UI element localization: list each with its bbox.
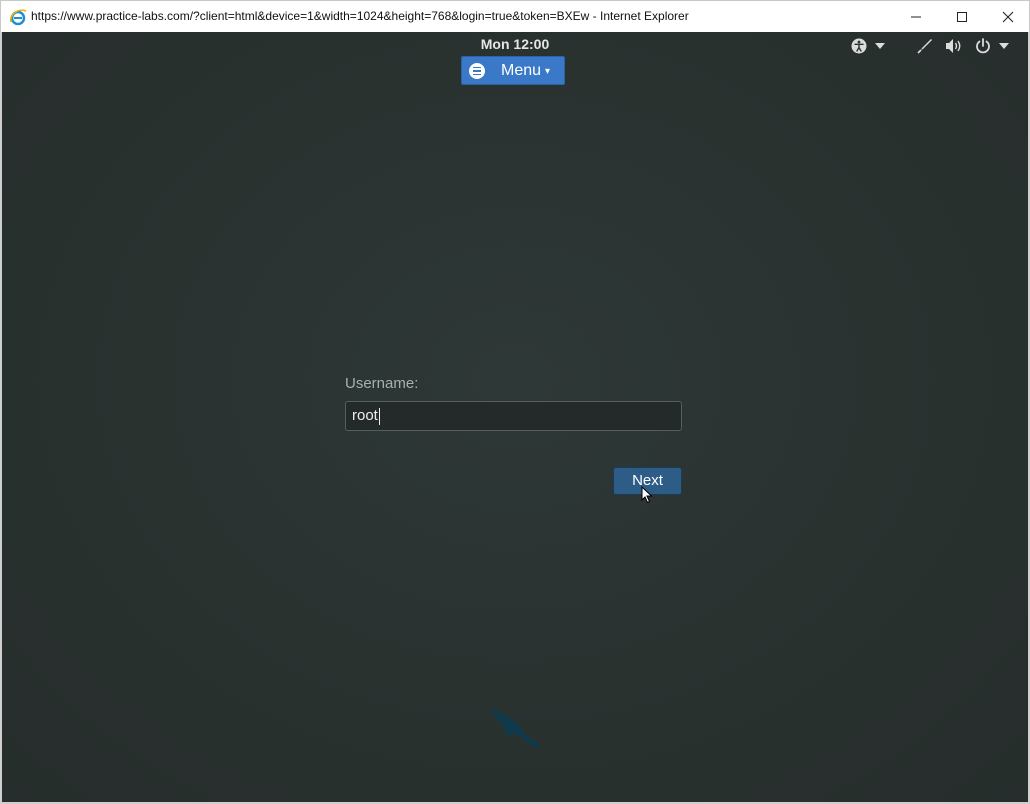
volume-icon[interactable] <box>944 36 964 56</box>
window-title: https://www.practice-labs.com/?client=ht… <box>31 9 689 23</box>
maximize-button[interactable] <box>939 1 985 33</box>
minimize-button[interactable] <box>893 1 939 33</box>
mouse-cursor-icon <box>641 486 653 504</box>
power-icon[interactable] <box>974 36 992 56</box>
pen-icon[interactable] <box>916 36 934 56</box>
close-button[interactable] <box>985 1 1030 33</box>
text-caret <box>378 407 380 425</box>
username-input[interactable]: root <box>345 401 682 431</box>
ie-logo-icon <box>9 9 27 26</box>
browser-title-bar: https://www.practice-labs.com/?client=ht… <box>0 0 1030 32</box>
distro-logo-icon <box>490 706 541 748</box>
username-label: Username: <box>345 375 419 392</box>
chevron-down-icon[interactable] <box>998 36 1010 56</box>
accessibility-icon[interactable] <box>850 36 868 56</box>
menu-caret: ▾ <box>545 66 551 77</box>
menu-button[interactable]: Menu ▾ <box>461 56 565 85</box>
username-value: root <box>352 407 378 424</box>
menu-label: Menu <box>501 62 542 79</box>
minimize-icon <box>911 16 921 18</box>
menu-icon <box>469 63 485 79</box>
maximize-icon <box>957 12 967 22</box>
chevron-down-icon[interactable] <box>874 36 886 56</box>
login-screen: Mon 12:00 Menu ▾ Username: root Next <box>2 32 1028 802</box>
close-icon <box>1002 11 1014 23</box>
